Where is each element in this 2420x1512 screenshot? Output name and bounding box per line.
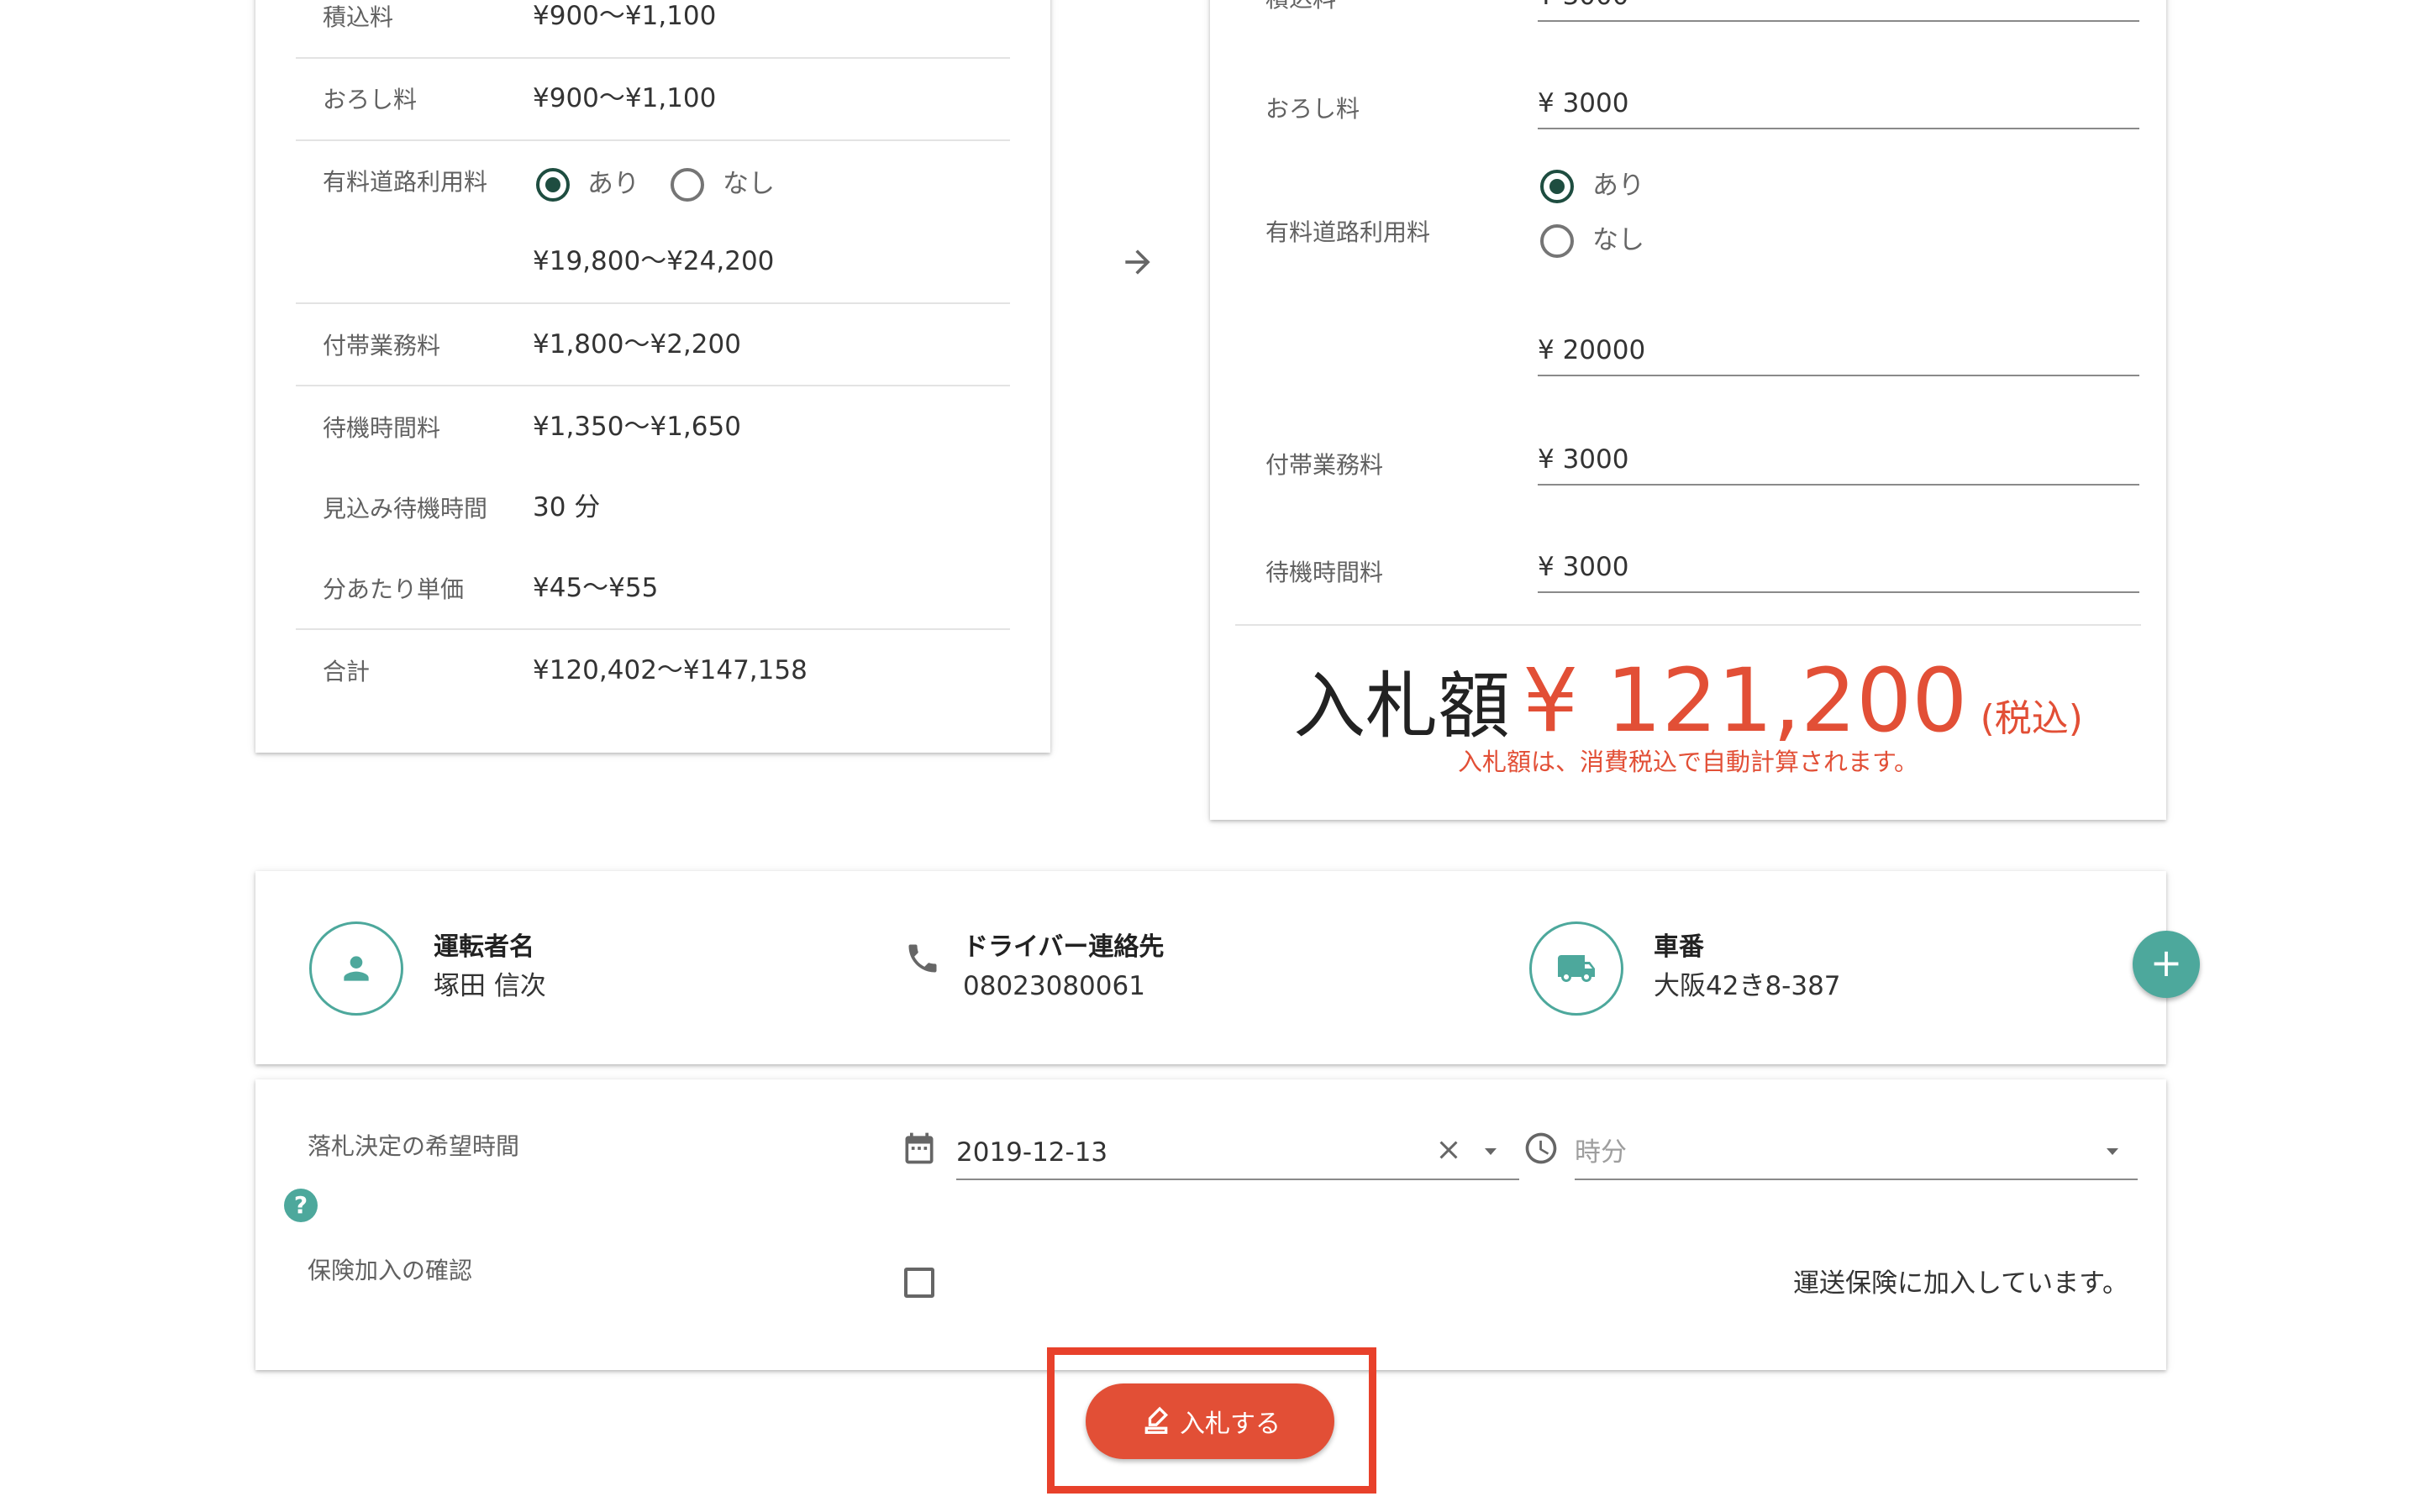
row-label-toll: 有料道路利用料: [323, 168, 488, 196]
row-divider: [296, 139, 1010, 141]
row-divider: [296, 57, 1010, 59]
bid-total: 入札額 ¥ 121,200 (税込): [1210, 647, 2166, 752]
unloading-fee-label: おろし料: [1265, 95, 1360, 123]
insurance-checkbox[interactable]: [904, 1268, 934, 1298]
row-divider: [296, 628, 1010, 630]
toll-radio-yes[interactable]: [1540, 170, 1574, 203]
gavel-icon: [1139, 1404, 1173, 1438]
toll-radio-no-label: なし: [1592, 225, 1644, 255]
toll-radio-no[interactable]: [671, 168, 704, 202]
clear-icon[interactable]: [1434, 1135, 1464, 1165]
row-divider: [296, 385, 1010, 386]
row-label-unit-price: 分あたり単価: [323, 575, 465, 603]
submit-bid-label: 入札する: [1180, 1410, 1281, 1439]
extra-fee-label: 付帯業務料: [1265, 451, 1384, 479]
unloading-fee-input[interactable]: ¥ 3000: [1538, 71, 2139, 129]
clock-icon[interactable]: [1523, 1130, 1560, 1167]
time-dropdown-icon[interactable]: [2102, 1142, 2123, 1162]
arrow-right-icon: [1119, 244, 1156, 281]
deadline-label: 落札決定の希望時間: [308, 1132, 520, 1160]
driver-contact-value: 08023080061: [963, 971, 1145, 1001]
row-value-unit-price: ¥45〜¥55: [533, 573, 659, 603]
bid-total-tax: (税込): [1980, 697, 2083, 740]
person-icon: [309, 921, 403, 1016]
toll-fee-input[interactable]: ¥ 20000: [1538, 319, 2139, 378]
submit-bid-button[interactable]: 入札する: [1086, 1383, 1334, 1459]
row-label-extra: 付帯業務料: [323, 332, 441, 360]
toll-radio-no-label: なし: [723, 169, 775, 199]
plus-icon: +: [2149, 940, 2183, 985]
driver-info-card: 運転者名 塚田 信次 ドライバー連絡先 08023080061 車番 大阪42き…: [255, 871, 2166, 1064]
row-value-wait-time: 30 分: [533, 492, 601, 522]
phone-icon: [904, 940, 941, 977]
time-input[interactable]: 時分: [1575, 1130, 2138, 1180]
add-driver-button[interactable]: +: [2133, 931, 2200, 998]
row-label-wait-time: 見込み待機時間: [323, 495, 488, 522]
toll-radio-yes-label: あり: [1592, 171, 1644, 201]
loading-fee-input[interactable]: ¥ 3000: [1538, 0, 2139, 22]
toll-radio-yes[interactable]: [536, 168, 570, 202]
estimate-card: 積込料 ¥900〜¥1,100 おろし料 ¥900〜¥1,100 有料道路利用料…: [255, 0, 1050, 753]
bid-note: 入札額は、消費税込で自動計算されます。: [1457, 748, 1919, 776]
row-label-loading: 積込料: [323, 3, 394, 31]
help-icon[interactable]: ?: [284, 1189, 318, 1222]
bid-form-card: 積込料 ¥ 3000 おろし料 ¥ 3000 有料道路利用料 あり なし ¥ 2…: [1210, 0, 2166, 820]
vehicle-number-value: 大阪42き8-387: [1654, 971, 1841, 1001]
toll-fee-label: 有料道路利用料: [1265, 218, 1431, 246]
vehicle-number-label: 車番: [1654, 932, 1704, 962]
row-value-extra: ¥1,800〜¥2,200: [533, 329, 741, 360]
truck-icon: [1529, 921, 1623, 1016]
row-divider: [296, 302, 1010, 304]
row-label-unloading: おろし料: [323, 86, 418, 113]
row-value-unloading: ¥900〜¥1,100: [533, 83, 717, 113]
extra-fee-input[interactable]: ¥ 3000: [1538, 427, 2139, 486]
row-label-total: 合計: [323, 658, 371, 685]
bid-total-label: 入札額: [1293, 664, 1511, 748]
driver-name-value: 塚田 信次: [434, 971, 546, 1001]
bid-total-amount: ¥ 121,200: [1523, 649, 1968, 752]
row-value-wait-fee: ¥1,350〜¥1,650: [533, 412, 741, 442]
toll-radio-yes-label: あり: [587, 169, 639, 199]
bid-divider: [1235, 624, 2141, 626]
row-value-total: ¥120,402〜¥147,158: [533, 655, 808, 685]
wait-fee-label: 待機時間料: [1265, 559, 1384, 586]
row-label-wait-fee: 待機時間料: [323, 414, 441, 442]
insurance-text: 運送保険に加入しています。: [1793, 1268, 2128, 1299]
row-value-toll: ¥19,800〜¥24,200: [533, 246, 775, 276]
insurance-label: 保険加入の確認: [308, 1257, 473, 1284]
calendar-icon[interactable]: [901, 1130, 938, 1167]
wait-fee-input[interactable]: ¥ 3000: [1538, 534, 2139, 593]
loading-fee-label: 積込料: [1265, 0, 1336, 11]
bid-settings-card: 落札決定の希望時間 ? 2019-12-13 時分 保険加入の確認 運送保険に加…: [255, 1079, 2166, 1370]
driver-contact-label: ドライバー連絡先: [963, 932, 1165, 962]
date-dropdown-icon[interactable]: [1481, 1142, 1501, 1162]
driver-name-label: 運転者名: [434, 932, 534, 962]
toll-radio-no[interactable]: [1540, 224, 1574, 258]
row-value-loading: ¥900〜¥1,100: [533, 1, 717, 31]
